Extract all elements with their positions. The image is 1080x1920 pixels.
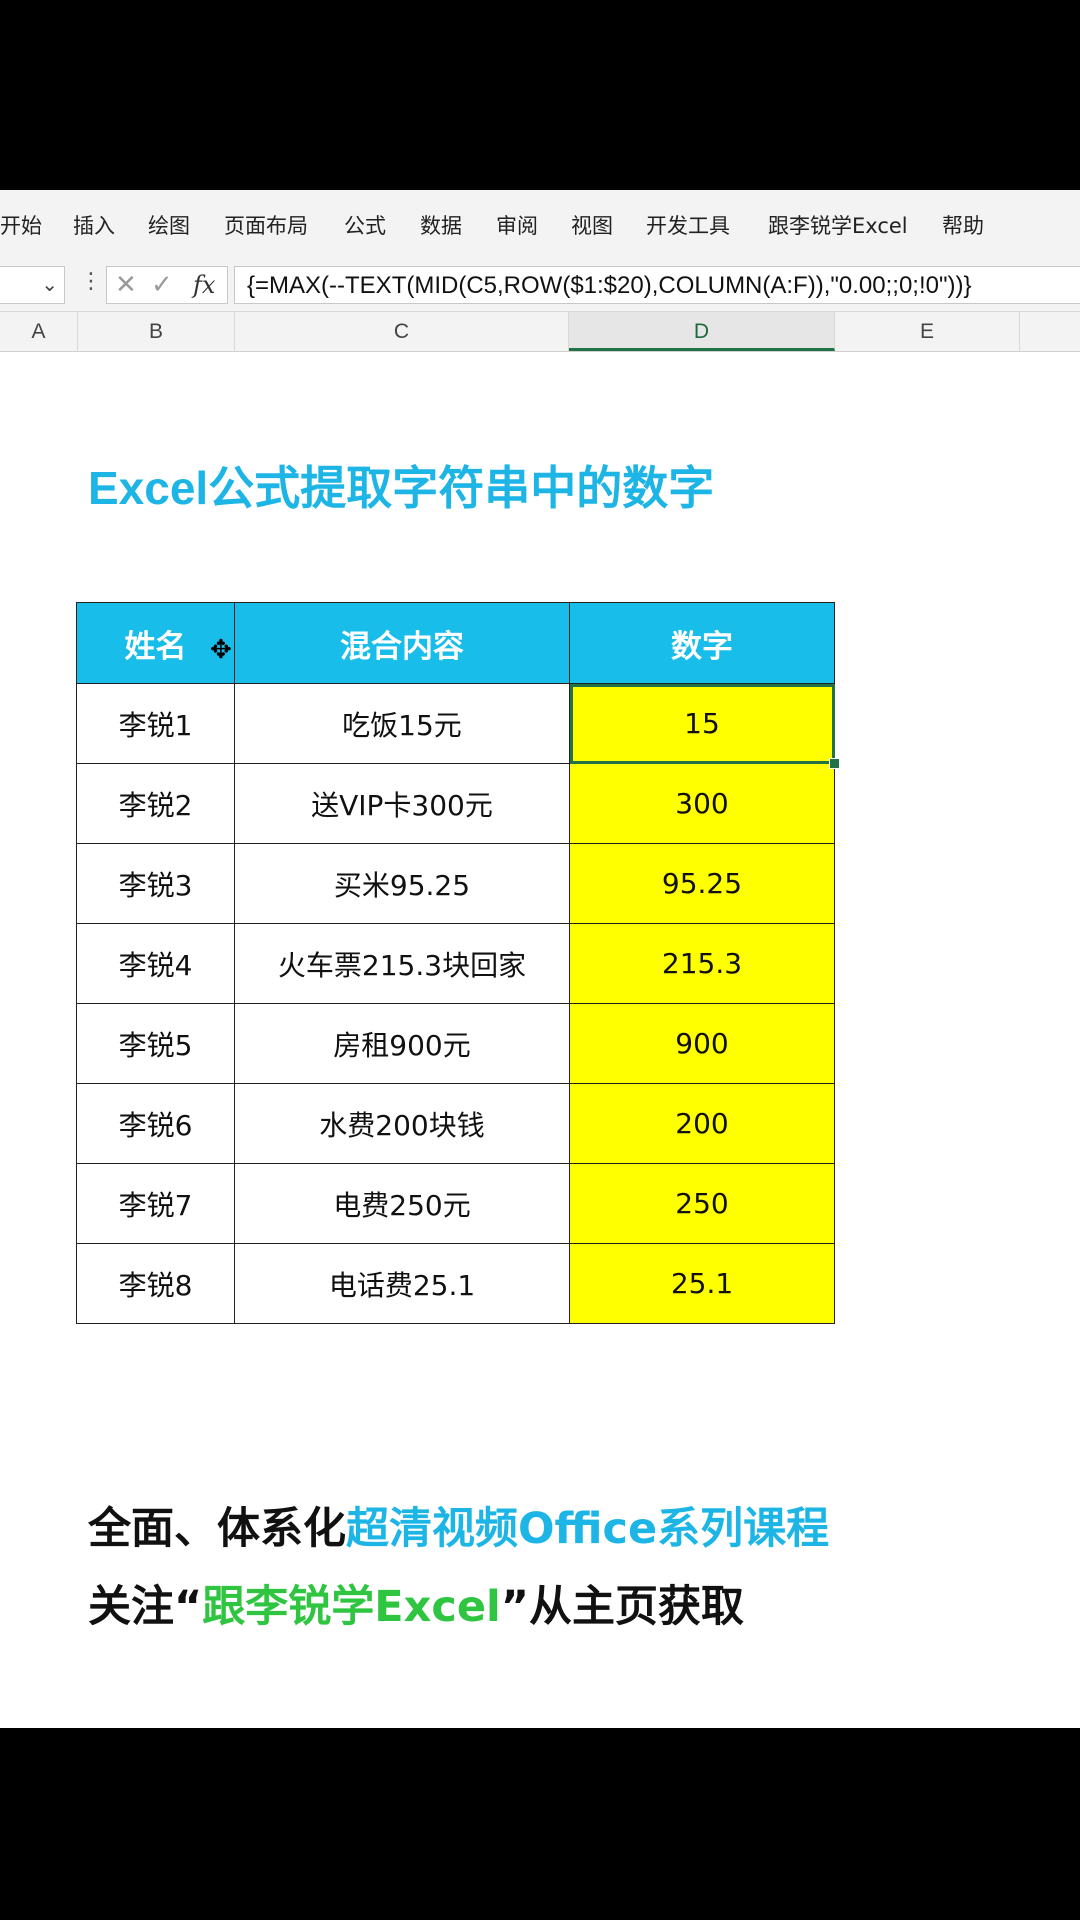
cell-number[interactable]: 200 [569, 1083, 835, 1164]
tab-custom[interactable]: 跟李锐学Excel [768, 210, 908, 240]
enter-icon[interactable]: ✓ [151, 269, 173, 300]
formula-buttons: ✕ ✓ fx [106, 266, 228, 304]
fill-handle[interactable] [829, 758, 840, 769]
cell-name[interactable]: 李锐6 [76, 1083, 235, 1164]
tab-review[interactable]: 审阅 [496, 210, 538, 240]
tab-draw[interactable]: 绘图 [148, 210, 190, 240]
cell-number[interactable]: 300 [569, 763, 835, 844]
header-number[interactable]: 数字 [569, 602, 835, 684]
cell-name[interactable]: 李锐7 [76, 1163, 235, 1244]
cell-content[interactable]: 火车票215.3块回家 [234, 923, 570, 1004]
cell-name[interactable]: 李锐5 [76, 1003, 235, 1084]
table-row: 李锐5 房租900元 900 [76, 1003, 835, 1084]
header-content[interactable]: 混合内容 [234, 602, 570, 684]
column-header-b[interactable]: B [78, 312, 235, 351]
tab-data[interactable]: 数据 [420, 210, 462, 240]
chevron-down-icon[interactable]: ⌄ [41, 272, 58, 297]
promo-highlight: 超清视频Office系列课程 [346, 1504, 830, 1554]
cell-number-selected[interactable]: 15 [569, 683, 840, 769]
tab-formulas[interactable]: 公式 [344, 210, 386, 240]
formula-input[interactable]: {=MAX(--TEXT(MID(C5,ROW($1:$20),COLUMN(A… [234, 266, 1080, 304]
data-table: 姓名 混合内容 数字 李锐1 吃饭15元 15 李锐2 送VIP卡300元 30… [76, 602, 840, 1324]
table-row: 李锐4 火车票215.3块回家 215.3 [76, 923, 835, 1004]
tab-insert[interactable]: 插入 [73, 210, 115, 240]
cell-content[interactable]: 房租900元 [234, 1003, 570, 1084]
cell-number[interactable]: 25.1 [569, 1243, 835, 1324]
table-row: 李锐8 电话费25.1 25.1 [76, 1243, 835, 1324]
cell-name[interactable]: 李锐2 [76, 763, 235, 844]
cell-name[interactable]: 李锐8 [76, 1243, 235, 1324]
promo-text: ”从主页获取 [500, 1582, 745, 1632]
table-row: 李锐6 水费200块钱 200 [76, 1083, 835, 1164]
tab-page-layout[interactable]: 页面布局 [224, 210, 308, 240]
column-header-d[interactable]: D [569, 312, 835, 351]
tab-developer[interactable]: 开发工具 [646, 210, 730, 240]
tab-home[interactable]: 开始 [0, 210, 42, 240]
table-row: 李锐7 电费250元 250 [76, 1163, 835, 1244]
cell-name[interactable]: 李锐4 [76, 923, 235, 1004]
promo-line-2: 关注“跟李锐学Excel”从主页获取 [88, 1572, 744, 1634]
table-row: 李锐3 买米95.25 95.25 [76, 843, 835, 924]
ribbon-tabs: 开始 插入 绘图 页面布局 公式 数据 审阅 视图 开发工具 跟李锐学Excel… [0, 190, 1080, 259]
column-header-c[interactable]: C [235, 312, 569, 351]
column-header-a[interactable]: A [0, 312, 78, 351]
cancel-icon[interactable]: ✕ [115, 269, 137, 300]
cell-number[interactable]: 95.25 [569, 843, 835, 924]
more-options-icon[interactable]: ⋮ [80, 268, 102, 294]
tab-help[interactable]: 帮助 [942, 210, 984, 240]
promo-text: 关注“ [88, 1582, 203, 1632]
cell-name[interactable]: 李锐3 [76, 843, 235, 924]
excel-window: 开始 插入 绘图 页面布局 公式 数据 审阅 视图 开发工具 跟李锐学Excel… [0, 190, 1080, 1728]
cell-number[interactable]: 250 [569, 1163, 835, 1244]
cell-number[interactable]: 215.3 [569, 923, 835, 1004]
table-row: 李锐2 送VIP卡300元 300 [76, 763, 835, 844]
column-header-f[interactable] [1020, 312, 1080, 351]
formula-text: {=MAX(--TEXT(MID(C5,ROW($1:$20),COLUMN(A… [247, 272, 972, 299]
tab-view[interactable]: 视图 [571, 210, 613, 240]
cell-number-value: 15 [684, 707, 720, 740]
cell-name[interactable]: 李锐1 [76, 683, 235, 764]
formula-bar: ⌄ ⋮ ✕ ✓ fx {=MAX(--TEXT(MID(C5,ROW($1:$2… [0, 258, 1080, 312]
column-headers: A B C D E [0, 312, 1080, 352]
name-box[interactable]: ⌄ [0, 266, 65, 304]
cell-content[interactable]: 电费250元 [234, 1163, 570, 1244]
promo-line-1: 全面、体系化超清视频Office系列课程 [88, 1494, 829, 1556]
cell-select-cursor-icon: ✥ [210, 634, 232, 664]
table-row: 李锐1 吃饭15元 15 [76, 683, 840, 769]
cell-content[interactable]: 吃饭15元 [234, 683, 570, 764]
cell-content[interactable]: 水费200块钱 [234, 1083, 570, 1164]
insert-function-button[interactable]: fx [193, 271, 215, 299]
promo-channel-name: 跟李锐学Excel [202, 1582, 501, 1632]
table-header-row: 姓名 混合内容 数字 [76, 602, 835, 684]
promo-text: 全面、体系化 [88, 1504, 346, 1554]
column-header-e[interactable]: E [835, 312, 1020, 351]
cell-content[interactable]: 送VIP卡300元 [234, 763, 570, 844]
cell-number[interactable]: 900 [569, 1003, 835, 1084]
sheet-title: Excel公式提取字符串中的数字 [88, 462, 715, 514]
cell-content[interactable]: 电话费25.1 [234, 1243, 570, 1324]
cell-content[interactable]: 买米95.25 [234, 843, 570, 924]
